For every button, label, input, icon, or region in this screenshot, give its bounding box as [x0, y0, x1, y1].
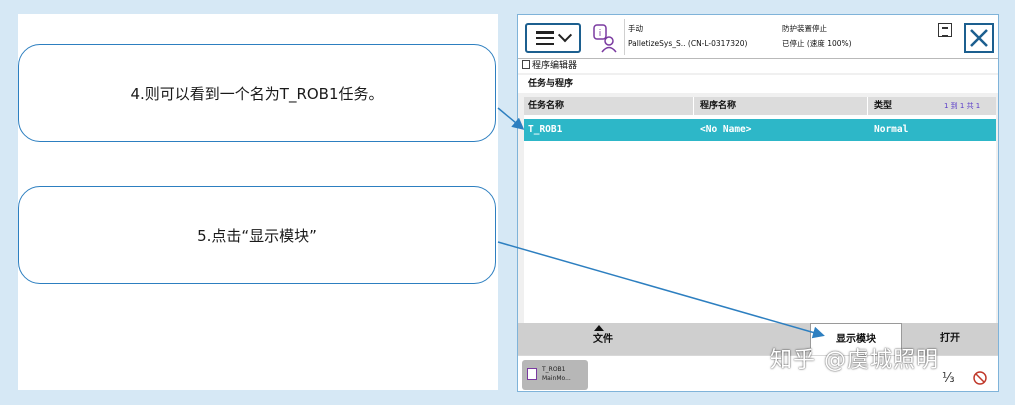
callout-step-5-text: 5.点击“显示模块”: [197, 226, 317, 245]
file-menu-label: 文件: [593, 334, 613, 345]
taskbar-program-editor[interactable]: T_ROB1 MainMo...: [522, 360, 588, 390]
callout-step-4: 4.则可以看到一个名为T_ROB1任务。: [18, 44, 496, 142]
robot-status-icon[interactable]: i: [592, 23, 618, 53]
event-log-icon[interactable]: [938, 23, 952, 37]
status-mode-block: 手动 PalletizeSys_S.. (CN-L-0317320): [628, 21, 747, 51]
cell-type: Normal: [874, 124, 909, 135]
chevron-down-icon: [557, 28, 573, 43]
status-state-block: 防护装置停止 已停止 (速度 100%): [782, 21, 852, 51]
taskbar-chip-line1: T_ROB1: [542, 366, 566, 373]
cell-task-name: T_ROB1: [528, 124, 563, 135]
close-icon: [970, 29, 988, 47]
operating-mode: 手动: [628, 24, 643, 33]
column-header-task[interactable]: 任务名称: [524, 97, 694, 115]
annotation-panel: 4.则可以看到一个名为T_ROB1任务。 5.点击“显示模块”: [18, 14, 498, 390]
divider: [624, 19, 625, 55]
column-header-program[interactable]: 程序名称: [694, 97, 868, 115]
row-count: 1 到 1 共 1: [944, 102, 981, 110]
watermark: 知乎 @虞城照明: [770, 348, 939, 373]
cell-program-name: <No Name>: [700, 124, 752, 135]
document-icon: [522, 60, 530, 69]
section-title: 任务与程序: [518, 75, 998, 93]
task-table: T_ROB1 <No Name> Normal: [524, 115, 996, 323]
hamburger-icon: [536, 31, 554, 45]
svg-text:i: i: [599, 29, 602, 39]
taskbar-chip-line2: MainMo...: [542, 375, 571, 382]
run-state: 已停止 (速度 100%): [782, 39, 852, 48]
main-menu-button[interactable]: [525, 23, 581, 53]
callout-step-4-text: 4.则可以看到一个名为T_ROB1任务。: [130, 84, 384, 103]
column-header-type[interactable]: 类型: [868, 97, 928, 115]
station-name: PalletizeSys_S.. (CN-L-0317320): [628, 39, 748, 48]
program-editor-icon: [527, 368, 537, 380]
close-button[interactable]: [964, 23, 994, 53]
window-title-bar: 程序编辑器: [518, 59, 998, 73]
svg-text:⅓: ⅓: [942, 371, 955, 386]
teach-pendant-screen: i 手动 PalletizeSys_S.. (CN-L-0317320) 防护装…: [517, 14, 999, 392]
quickset-icon[interactable]: ⅓: [932, 362, 992, 388]
file-menu-button[interactable]: 文件: [518, 323, 688, 355]
table-row[interactable]: T_ROB1 <No Name> Normal: [524, 119, 996, 141]
table-header: 任务名称 程序名称 类型 1 到 1 共 1: [524, 97, 996, 115]
safety-status: 防护装置停止: [782, 24, 827, 33]
status-bar: i 手动 PalletizeSys_S.. (CN-L-0317320) 防护装…: [518, 15, 998, 59]
chevron-up-icon: [594, 325, 604, 331]
callout-step-5: 5.点击“显示模块”: [18, 186, 496, 284]
window-title: 程序编辑器: [532, 61, 578, 71]
